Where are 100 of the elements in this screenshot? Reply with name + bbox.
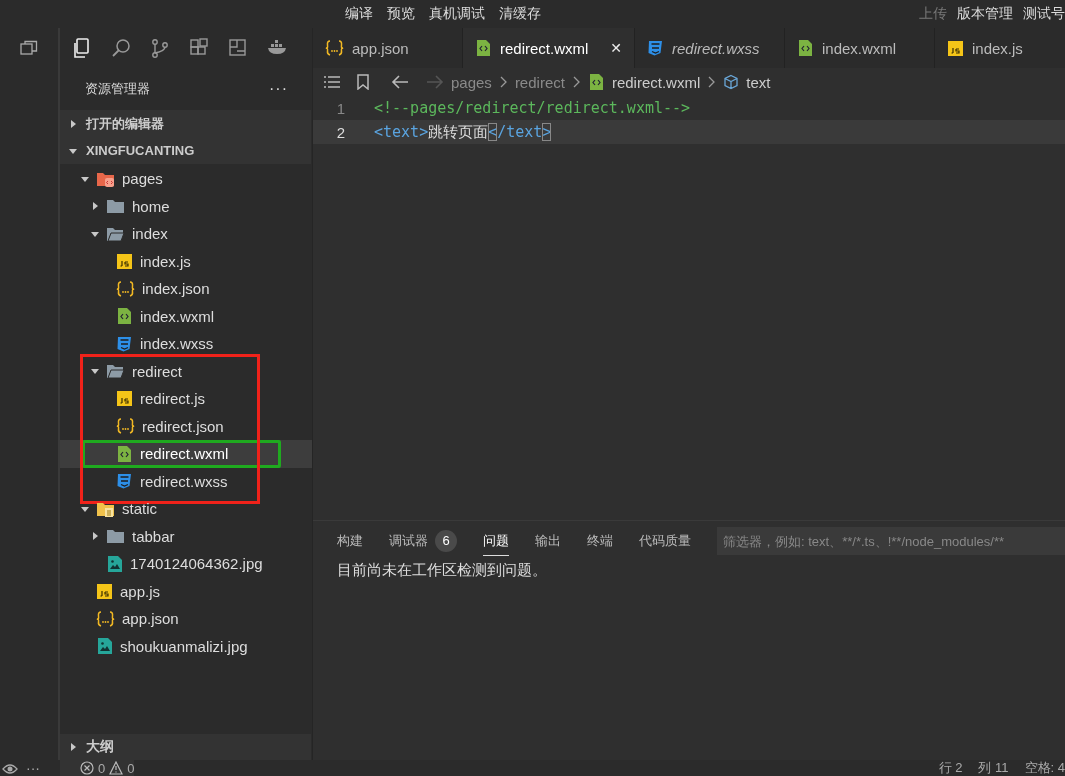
- error-icon[interactable]: [80, 761, 94, 775]
- error-count[interactable]: 0: [98, 760, 106, 776]
- panel-tab[interactable]: 问题: [483, 526, 509, 556]
- tree-item[interactable]: shoukuanmalizi.jpg: [60, 632, 312, 660]
- code-file-icon: [475, 39, 492, 57]
- json-file-icon: [116, 417, 135, 436]
- status-item[interactable]: 行 2: [938, 759, 963, 776]
- collapsed-arrow-icon[interactable]: [68, 742, 78, 752]
- tree-item[interactable]: index.json: [60, 275, 312, 303]
- code-file-icon: [587, 73, 605, 91]
- tree-item[interactable]: index.wxss: [60, 330, 312, 358]
- count-badge: 6: [435, 529, 457, 552]
- tree-item[interactable]: 1740124064362.jpg: [60, 550, 312, 578]
- collapsed-arrow-icon[interactable]: [68, 118, 78, 129]
- line-number: 2: [335, 123, 346, 141]
- status-item[interactable]: 列 11: [978, 759, 1009, 776]
- code-file-icon: [116, 307, 133, 326]
- code-token: text>: [383, 122, 429, 141]
- code-file-icon: [797, 39, 814, 57]
- menu-item[interactable]: 版本管理: [957, 5, 1013, 23]
- extensions-icon[interactable]: [189, 38, 209, 58]
- image-file-icon: [106, 554, 123, 573]
- tree-item[interactable]: app.js: [60, 577, 312, 605]
- code-file-icon: [116, 444, 133, 463]
- tree-item[interactable]: index.wxml: [60, 302, 312, 330]
- tree-item[interactable]: tabbar: [60, 522, 312, 550]
- filter-field[interactable]: 筛选器，例如: text、**/*.ts、!**/node_modules/**: [717, 527, 1065, 555]
- menu-item[interactable]: 编译: [345, 5, 373, 23]
- editor-tab[interactable]: index.wxml: [785, 28, 935, 68]
- editor-tab[interactable]: index.js: [935, 28, 1065, 68]
- search-icon[interactable]: [111, 38, 131, 58]
- open-folder-icon: [106, 362, 125, 381]
- breadcrumb-item[interactable]: pages: [451, 73, 492, 91]
- section-header[interactable]: 打开的编辑器: [60, 110, 311, 137]
- list-icon[interactable]: [323, 74, 341, 90]
- tree-item[interactable]: index.js: [60, 247, 312, 275]
- menu-item[interactable]: 测试号: [1023, 5, 1065, 23]
- js-file-icon: [116, 390, 133, 408]
- section-header[interactable]: 大纲: [60, 734, 311, 760]
- chevron-icon: [571, 75, 581, 89]
- editor-tab[interactable]: redirect.wxss: [635, 28, 785, 68]
- js-file-icon: [96, 582, 113, 600]
- editor-tab[interactable]: redirect.wxml ✕: [463, 28, 635, 68]
- panel-tab[interactable]: 代码质量: [639, 526, 691, 556]
- tree-item[interactable]: redirect.wxss: [60, 467, 312, 495]
- collapsed-arrow-icon[interactable]: [90, 531, 100, 542]
- tree-item[interactable]: redirect: [60, 357, 312, 385]
- css-file-icon: [647, 39, 664, 57]
- line-number: 1: [335, 99, 346, 117]
- js-file-icon: [116, 252, 133, 270]
- status-item[interactable]: 空格: 4: [1024, 759, 1065, 776]
- json-file-icon: [96, 609, 115, 628]
- more-button[interactable]: ···: [269, 80, 288, 98]
- explorer-title: 资源管理器: [85, 80, 150, 98]
- warning-count[interactable]: 0: [127, 760, 135, 776]
- js-file-icon: [947, 39, 964, 57]
- chevron-icon: [498, 75, 508, 89]
- window-icon[interactable]: [20, 40, 38, 56]
- breadcrumb-item[interactable]: redirect.wxml: [611, 73, 701, 91]
- back-arrow-icon[interactable]: [391, 74, 409, 90]
- breadcrumb-item[interactable]: text: [746, 73, 771, 91]
- layout-icon[interactable]: [228, 38, 248, 58]
- tree-item[interactable]: index: [60, 220, 312, 248]
- breadcrumb-item[interactable]: redirect: [514, 73, 565, 91]
- bookmark-icon[interactable]: [356, 74, 370, 90]
- tree-item[interactable]: redirect.js: [60, 385, 312, 413]
- chevron-icon: [707, 75, 717, 89]
- tree-item[interactable]: static: [60, 495, 312, 523]
- branch-icon[interactable]: [150, 38, 170, 58]
- tree-item[interactable]: app.json: [60, 605, 312, 633]
- files-icon[interactable]: [72, 38, 92, 58]
- json-file-icon: [325, 39, 344, 57]
- code-token: 跳转页面: [428, 122, 489, 141]
- tree-item[interactable]: redirect.json: [60, 412, 312, 440]
- problems-message: 目前尚未在工作区检测到问题。: [336, 561, 548, 580]
- folder-icon: [106, 197, 125, 216]
- menu-item[interactable]: 预览: [387, 5, 415, 23]
- collapsed-arrow-icon[interactable]: [90, 201, 100, 212]
- panel-tab[interactable]: 构建: [337, 526, 363, 556]
- tree-item[interactable]: home: [60, 192, 312, 220]
- cube-icon: [723, 74, 740, 90]
- warning-icon[interactable]: [109, 761, 124, 775]
- folder-icon: [106, 527, 125, 546]
- menu-item[interactable]: 清缓存: [499, 5, 541, 23]
- more-button[interactable]: ···: [26, 760, 40, 776]
- css-file-icon: [116, 472, 133, 491]
- menu-item[interactable]: 真机调试: [429, 5, 485, 23]
- panel-tab[interactable]: 终端: [587, 526, 613, 556]
- panel-tab[interactable]: 调试器 6: [389, 526, 457, 556]
- json-file-icon: [116, 279, 135, 298]
- tree-item[interactable]: pages: [60, 165, 312, 193]
- image-file-icon: [96, 637, 113, 656]
- code-token: <: [374, 122, 384, 141]
- panel-tab[interactable]: 输出: [535, 526, 561, 556]
- code-token: <!--pages/redirect/redirect.wxml-->: [374, 99, 691, 117]
- close-button[interactable]: ✕: [610, 40, 622, 56]
- code-token: /text: [497, 122, 543, 141]
- section-header[interactable]: XINGFUCANTING: [60, 137, 311, 164]
- editor-tab[interactable]: app.json: [313, 28, 463, 68]
- css-file-icon: [116, 334, 133, 353]
